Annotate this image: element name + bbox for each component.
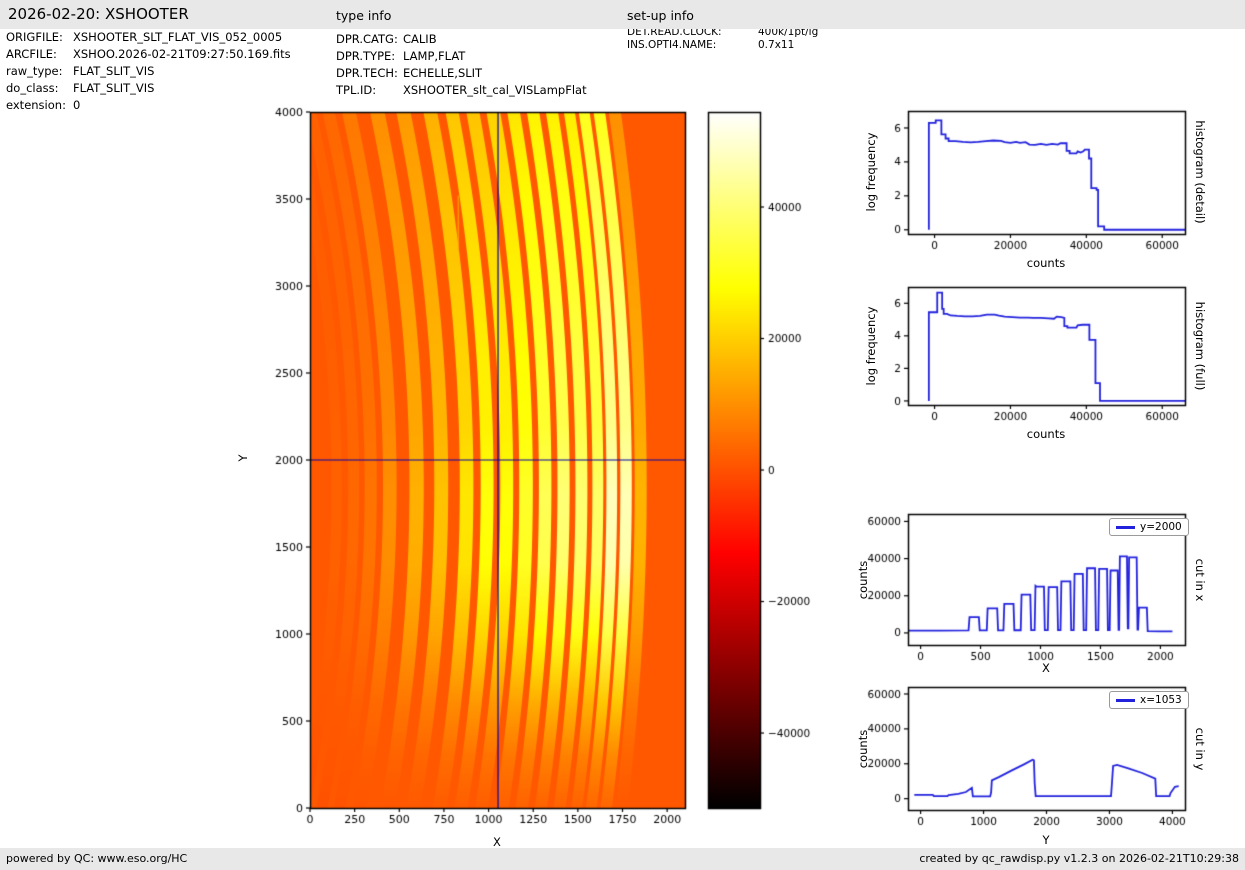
info-row-tplid: TPL.ID: XSHOOTER_slt_cal_VISLampFlat: [336, 82, 587, 99]
footer-bar: powered by QC: www.eso.org/HC created by…: [0, 848, 1245, 870]
info-label: raw_type:: [6, 64, 63, 78]
section-title-setup-info: set-up info: [627, 8, 694, 23]
info-value: ECHELLE,SLIT: [403, 66, 483, 80]
legend-label: y=2000: [1140, 521, 1182, 533]
info-value: LAMP,FLAT: [403, 49, 466, 63]
info-row-dprtype: DPR.TYPE: LAMP,FLAT: [336, 48, 587, 65]
cut-x-y-axis-label: counts: [856, 560, 870, 600]
hist-detail-y-axis-label: log frequency: [864, 132, 878, 212]
cut-x-x-axis-label: X: [1042, 661, 1050, 675]
info-value: 0: [73, 98, 81, 112]
qc-report-page: 2026-02-20: XSHOOTER type info set-up in…: [0, 0, 1245, 870]
hist-full-x-axis-label: counts: [1026, 427, 1066, 441]
cut-x-legend: y=2000: [1109, 518, 1189, 536]
info-label: TPL.ID:: [336, 83, 377, 97]
main-y-axis-label: Y: [236, 454, 250, 462]
info-value: CALIB: [403, 32, 437, 46]
info-label: extension:: [6, 98, 66, 112]
info-label: do_class:: [6, 81, 59, 95]
info-label: DPR.CATG:: [336, 32, 398, 46]
footer-created-by: created by qc_rawdisp.py v1.2.3 on 2026-…: [919, 852, 1239, 865]
info-label: INS.OPTI4.NAME:: [627, 39, 717, 51]
info-row-rawtype: raw_type: FLAT_SLIT_VIS: [6, 63, 291, 80]
info-row-origfile: ORIGFILE: XSHOOTER_SLT_FLAT_VIS_052_0005: [6, 29, 291, 46]
cut-y-x-axis-label: Y: [1042, 833, 1050, 847]
hist-detail-side-label: histogram (detail): [1193, 120, 1207, 224]
page-title: 2026-02-20: XSHOOTER: [8, 5, 189, 23]
legend-label: x=1053: [1140, 694, 1182, 706]
info-value: XSHOO.2026-02-21T09:27:50.169.fits: [73, 47, 291, 61]
footer-powered-by: powered by QC: www.eso.org/HC: [6, 852, 188, 865]
info-value: FLAT_SLIT_VIS: [73, 64, 155, 78]
info-value: XSHOOTER_slt_cal_VISLampFlat: [403, 83, 587, 97]
info-label: ARCFILE:: [6, 47, 57, 61]
info-value: XSHOOTER_SLT_FLAT_VIS_052_0005: [73, 30, 283, 44]
info-row-dprcatg: DPR.CATG: CALIB: [336, 31, 587, 48]
section-title-type-info: type info: [336, 8, 392, 23]
main-x-axis-label: X: [493, 835, 501, 849]
info-row-arcfile: ARCFILE: XSHOO.2026-02-21T09:27:50.169.fi…: [6, 46, 291, 63]
info-value: FLAT_SLIT_VIS: [73, 81, 155, 95]
info-label: ORIGFILE:: [6, 30, 63, 44]
cut-x-side-label: cut in x: [1193, 558, 1207, 602]
cut-y-legend: x=1053: [1109, 691, 1189, 709]
type-info-block: DPR.CATG: CALIB DPR.TYPE: LAMP,FLAT DPR.TE…: [336, 31, 587, 99]
hist-full-side-label: histogram (full): [1193, 301, 1207, 391]
cut-y-side-label: cut in y: [1193, 727, 1207, 771]
hist-full-y-axis-label: log frequency: [864, 306, 878, 386]
info-value: 0.7x11: [758, 39, 795, 51]
cut-y-y-axis-label: counts: [856, 729, 870, 769]
info-row-extension: extension: 0: [6, 97, 291, 114]
info-row-opti4name: INS.OPTI4.NAME: 0.7x11: [627, 39, 818, 52]
legend-line-swatch: [1116, 698, 1135, 702]
info-label: DPR.TYPE:: [336, 49, 396, 63]
hist-detail-x-axis-label: counts: [1026, 256, 1066, 270]
info-row-doclass: do_class: FLAT_SLIT_VIS: [6, 80, 291, 97]
file-info-block: ORIGFILE: XSHOOTER_SLT_FLAT_VIS_052_0005 …: [6, 29, 291, 114]
header-bar: 2026-02-20: XSHOOTER type info set-up in…: [0, 0, 1245, 29]
legend-line-swatch: [1116, 525, 1135, 529]
info-label: DPR.TECH:: [336, 66, 398, 80]
info-row-dprtech: DPR.TECH: ECHELLE,SLIT: [336, 65, 587, 82]
